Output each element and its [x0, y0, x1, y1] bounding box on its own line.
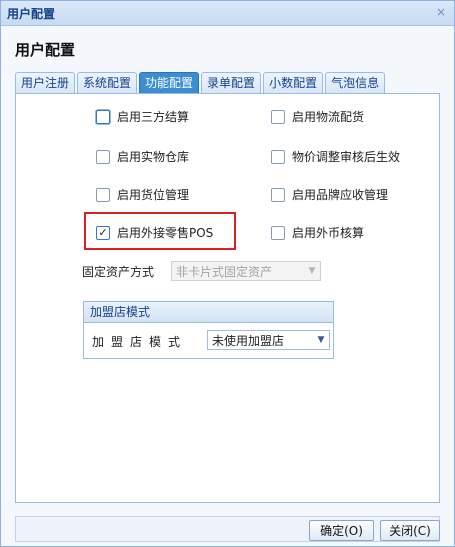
- checkmark-icon: ✓: [96, 225, 110, 240]
- franchise-mode-select[interactable]: 未使用加盟店 ▼: [207, 330, 330, 350]
- checkbox-label: 物价调整审核后生效: [292, 150, 401, 164]
- checkbox-label: 启用三方结算: [117, 110, 190, 124]
- franchise-mode-group: 加盟店模式 加盟店模式 未使用加盟店 ▼: [83, 301, 334, 359]
- close-icon[interactable]: ×: [434, 5, 448, 19]
- physical-warehouse-checkbox[interactable]: 启用实物仓库: [96, 148, 189, 165]
- tab-entry-config[interactable]: 录单配置: [201, 72, 262, 93]
- tab-feature-config[interactable]: 功能配置: [139, 72, 200, 93]
- tab-bar: 用户注册 系统配置 功能配置 录单配置 小数配置 气泡信息: [15, 72, 387, 93]
- tab-system-config[interactable]: 系统配置: [77, 72, 138, 93]
- franchise-mode-legend: 加盟店模式: [84, 302, 333, 323]
- checkbox-label: 启用货位管理: [117, 188, 190, 202]
- button-bar: [15, 516, 440, 542]
- price-adjust-audit-checkbox[interactable]: 物价调整审核后生效: [271, 148, 400, 165]
- checkbox-icon: [96, 149, 110, 164]
- franchise-mode-label: 加盟店模式: [92, 335, 188, 349]
- fixed-asset-select[interactable]: 非卡片式固定资产 ▼: [171, 261, 321, 281]
- checkbox-label: 启用品牌应收管理: [292, 188, 389, 202]
- checkbox-label: 启用外接零售POS: [117, 226, 214, 240]
- brand-receivable-checkbox[interactable]: 启用品牌应收管理: [271, 186, 388, 203]
- franchise-mode-value: 未使用加盟店: [212, 333, 285, 348]
- tab-bubble-info[interactable]: 气泡信息: [325, 72, 386, 93]
- checkbox-icon: [271, 149, 285, 164]
- tab-user-registration[interactable]: 用户注册: [15, 72, 76, 93]
- checkbox-icon: [271, 109, 285, 124]
- title-bar[interactable]: 用户配置 ×: [1, 1, 454, 26]
- fixed-asset-value: 非卡片式固定资产: [176, 264, 273, 279]
- checkbox-icon: [96, 109, 110, 124]
- ok-button[interactable]: 确定(O): [309, 520, 374, 541]
- external-retail-pos-checkbox[interactable]: ✓ 启用外接零售POS: [96, 224, 213, 241]
- foreign-currency-checkbox[interactable]: 启用外币核算: [271, 224, 364, 241]
- user-config-window: 用户配置 × 用户配置 用户注册 系统配置 功能配置 录单配置 小数配置 气泡信…: [0, 0, 455, 547]
- chevron-down-icon: ▼: [317, 335, 325, 345]
- checkbox-label: 启用物流配货: [292, 110, 365, 124]
- feature-config-panel: 启用三方结算 启用物流配货 启用实物仓库 物价调整审核后生效 启用货位管理 启用…: [15, 93, 440, 503]
- window-title: 用户配置: [7, 7, 56, 21]
- checkbox-label: 启用外币核算: [292, 226, 365, 240]
- checkbox-label: 启用实物仓库: [117, 150, 190, 164]
- third-party-settlement-checkbox[interactable]: 启用三方结算: [96, 108, 189, 125]
- close-button[interactable]: 关闭(C): [380, 520, 440, 541]
- tab-decimal-config[interactable]: 小数配置: [263, 72, 324, 93]
- chevron-down-icon: ▼: [308, 266, 316, 276]
- location-management-checkbox[interactable]: 启用货位管理: [96, 186, 189, 203]
- logistics-distribution-checkbox[interactable]: 启用物流配货: [271, 108, 364, 125]
- fixed-asset-label: 固定资产方式: [82, 265, 155, 279]
- checkbox-icon: [271, 225, 285, 240]
- checkbox-icon: [96, 187, 110, 202]
- page-title: 用户配置: [15, 41, 76, 59]
- checkbox-icon: [271, 187, 285, 202]
